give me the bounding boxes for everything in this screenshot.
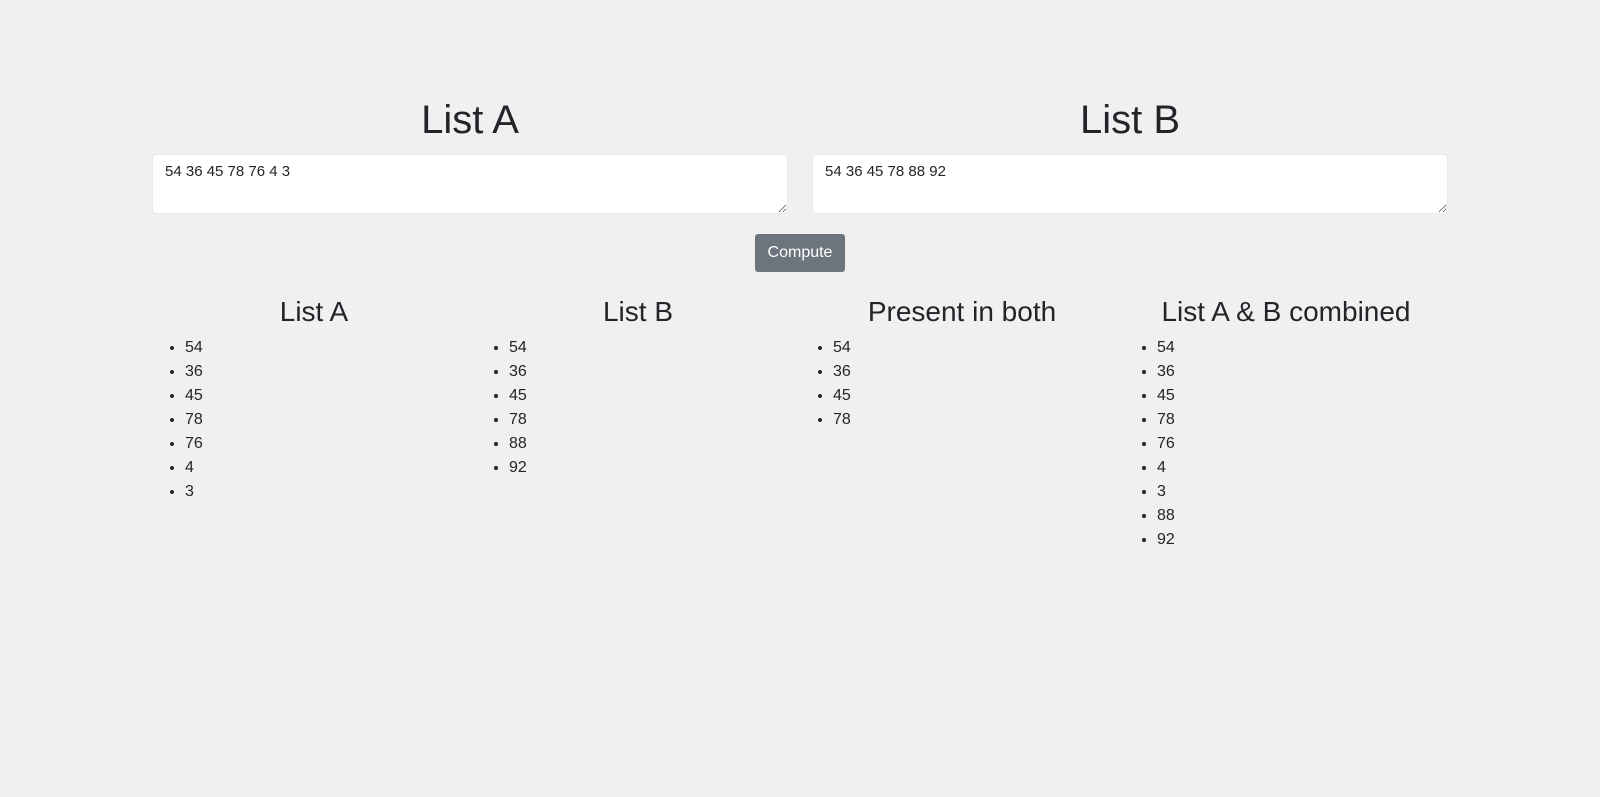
result-list-a-title: List A — [279, 296, 349, 327]
compute-button[interactable]: Compute — [754, 234, 846, 272]
result-list-b-title: List B — [602, 296, 674, 327]
list-item: 54 — [509, 336, 800, 360]
list-item: 78 — [1157, 408, 1448, 432]
list-item: 36 — [1157, 360, 1448, 384]
list-item: 78 — [509, 408, 800, 432]
result-combined-items: 5436457876438892 — [1124, 336, 1448, 552]
list-item: 3 — [185, 480, 476, 504]
results-row: List A 543645787643 List B 543645788892 … — [152, 294, 1448, 552]
result-list-a: List A 543645787643 — [152, 294, 476, 552]
list-item: 45 — [833, 384, 1124, 408]
list-item: 78 — [185, 408, 476, 432]
list-a-input-section: List A — [152, 96, 788, 214]
list-item: 36 — [185, 360, 476, 384]
list-b-input-title: List B — [1079, 98, 1181, 142]
list-item: 45 — [185, 384, 476, 408]
result-list-b: List B 543645788892 — [476, 294, 800, 552]
list-item: 54 — [1157, 336, 1448, 360]
result-both-title: Present in both — [867, 296, 1057, 327]
list-b-input-section: List B — [812, 96, 1448, 214]
list-item: 76 — [1157, 432, 1448, 456]
list-a-textarea[interactable] — [152, 154, 788, 214]
list-item: 92 — [1157, 528, 1448, 552]
list-item: 88 — [1157, 504, 1448, 528]
button-row: Compute — [152, 234, 1448, 272]
list-item: 36 — [833, 360, 1124, 384]
result-list-a-items: 543645787643 — [152, 336, 476, 504]
list-item: 45 — [509, 384, 800, 408]
list-item: 36 — [509, 360, 800, 384]
list-item: 45 — [1157, 384, 1448, 408]
list-item: 54 — [833, 336, 1124, 360]
list-item: 78 — [833, 408, 1124, 432]
list-item: 76 — [185, 432, 476, 456]
result-list-b-items: 543645788892 — [476, 336, 800, 480]
input-row: List A List B — [152, 96, 1448, 214]
list-item: 92 — [509, 456, 800, 480]
list-a-input-title: List A — [421, 98, 519, 142]
list-item: 4 — [185, 456, 476, 480]
result-both: Present in both 54364578 — [800, 294, 1124, 552]
result-combined-title: List A & B combined — [1161, 296, 1411, 327]
list-b-textarea[interactable] — [812, 154, 1448, 214]
list-item: 54 — [185, 336, 476, 360]
list-item: 3 — [1157, 480, 1448, 504]
main-container: List A List B Compute List A 54364578764… — [152, 0, 1448, 552]
list-item: 4 — [1157, 456, 1448, 480]
list-item: 88 — [509, 432, 800, 456]
result-combined: List A & B combined 5436457876438892 — [1124, 294, 1448, 552]
result-both-items: 54364578 — [800, 336, 1124, 432]
